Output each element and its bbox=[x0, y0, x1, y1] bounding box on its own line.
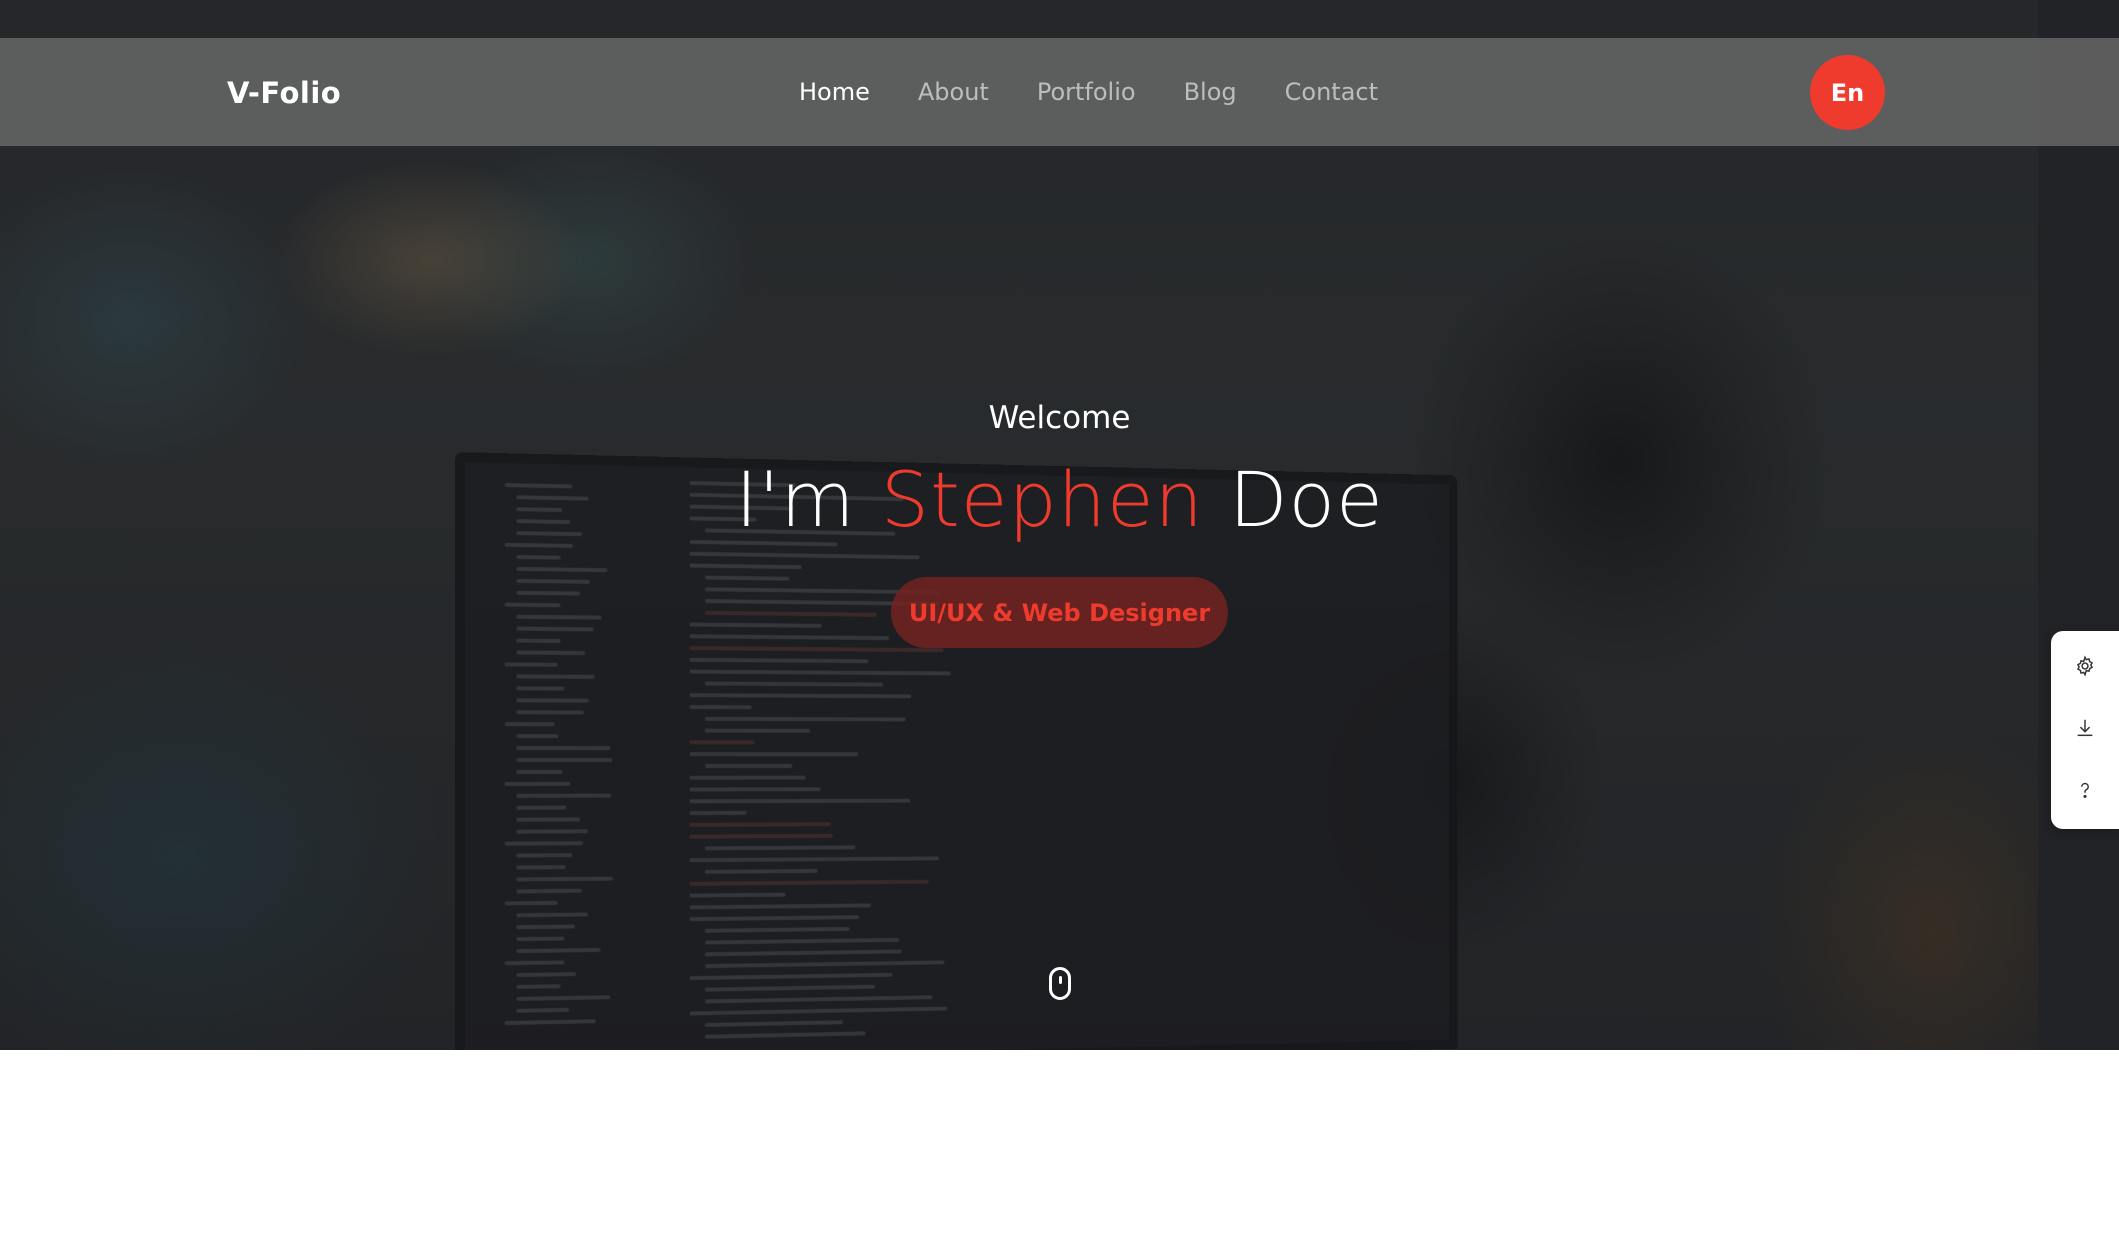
help-icon bbox=[2081, 782, 2089, 798]
nav-menu: Home About Portfolio Blog Contact bbox=[799, 78, 1426, 106]
download-button[interactable] bbox=[2051, 703, 2119, 753]
hero-welcome: Welcome bbox=[988, 400, 1131, 436]
headline-prefix: I'm bbox=[735, 455, 856, 544]
download-icon bbox=[2077, 719, 2093, 737]
scroll-mouse-icon[interactable] bbox=[1049, 967, 1071, 1000]
headline-suffix: Doe bbox=[1229, 455, 1384, 544]
settings-button[interactable] bbox=[2051, 641, 2119, 691]
nav-item-blog[interactable]: Blog bbox=[1184, 78, 1237, 106]
brand-logo[interactable]: V-Folio bbox=[227, 76, 341, 110]
role-badge[interactable]: UI/UX & Web Designer bbox=[891, 577, 1228, 648]
nav-item-about[interactable]: About bbox=[918, 78, 989, 106]
nav-item-portfolio[interactable]: Portfolio bbox=[1037, 78, 1136, 106]
nav-item-home[interactable]: Home bbox=[799, 78, 870, 106]
language-button[interactable]: En bbox=[1810, 55, 1885, 130]
navbar: V-Folio Home About Portfolio Blog Contac… bbox=[0, 38, 2119, 146]
hero-section: V-Folio Home About Portfolio Blog Contac… bbox=[0, 0, 2119, 1050]
gear-icon bbox=[2076, 655, 2094, 677]
hero-headline: I'm Stephen Doe bbox=[0, 455, 2119, 544]
nav-item-contact[interactable]: Contact bbox=[1285, 78, 1378, 106]
side-panel bbox=[2051, 631, 2119, 829]
headline-accent-name: Stephen bbox=[880, 455, 1204, 544]
help-button[interactable] bbox=[2051, 765, 2119, 815]
